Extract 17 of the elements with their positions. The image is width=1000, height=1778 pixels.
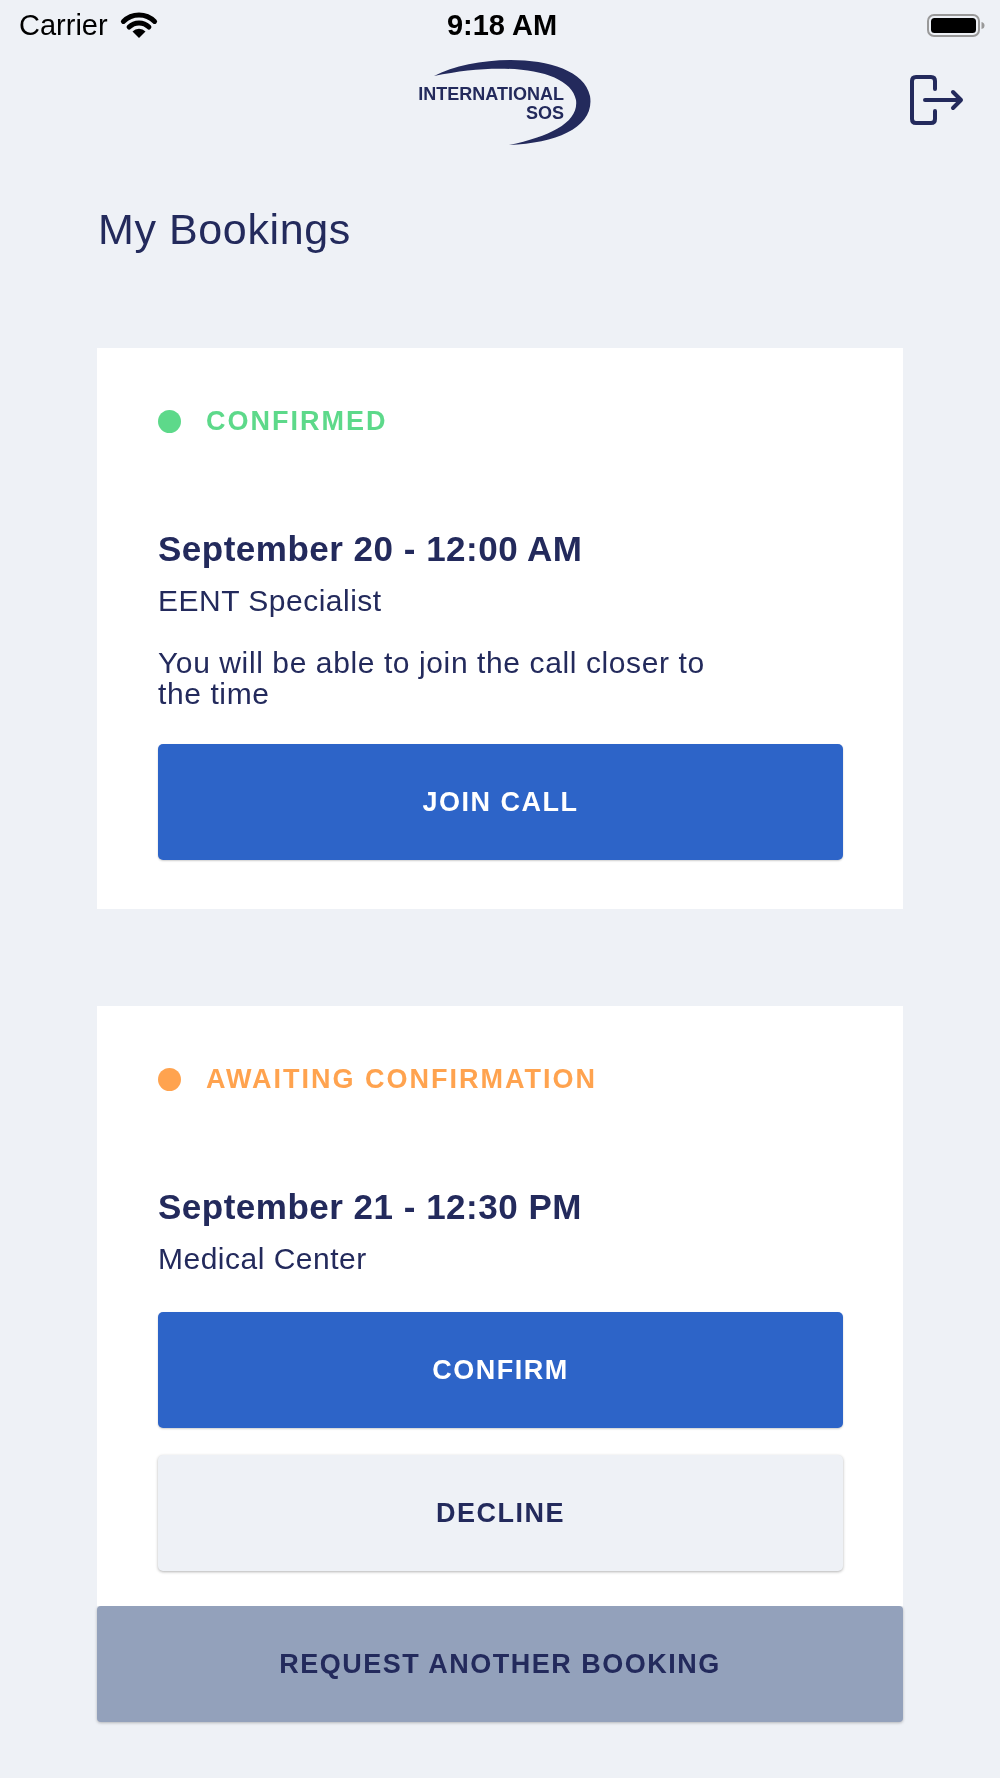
primary-button[interactable]: CONFIRM xyxy=(158,1312,843,1428)
booking-type: Medical Center xyxy=(158,1241,368,1277)
logout-icon[interactable] xyxy=(908,73,966,127)
clock-time: 9:18 AM xyxy=(446,9,558,41)
booking-note: You will be able to join the call closer to the time xyxy=(158,647,706,709)
carrier-label: Carrier xyxy=(19,9,108,41)
status-label: AWAITING CONFIRMATION xyxy=(206,1064,597,1094)
request-booking-button[interactable]: REQUEST ANOTHER BOOKING xyxy=(97,1606,903,1722)
status-label: CONFIRMED xyxy=(206,406,388,436)
page-title: My Bookings xyxy=(98,204,352,255)
primary-button[interactable]: JOIN CALL xyxy=(158,744,843,860)
booking-date: September 20 - 12:00 AM xyxy=(158,528,584,570)
battery-icon xyxy=(927,13,985,37)
logo-text: INTERNATIONAL SOS xyxy=(418,85,564,123)
booking-date: September 21 - 12:30 PM xyxy=(158,1186,583,1228)
booking-type: EENT Specialist xyxy=(158,583,383,619)
secondary-button[interactable]: DECLINE xyxy=(158,1455,843,1571)
